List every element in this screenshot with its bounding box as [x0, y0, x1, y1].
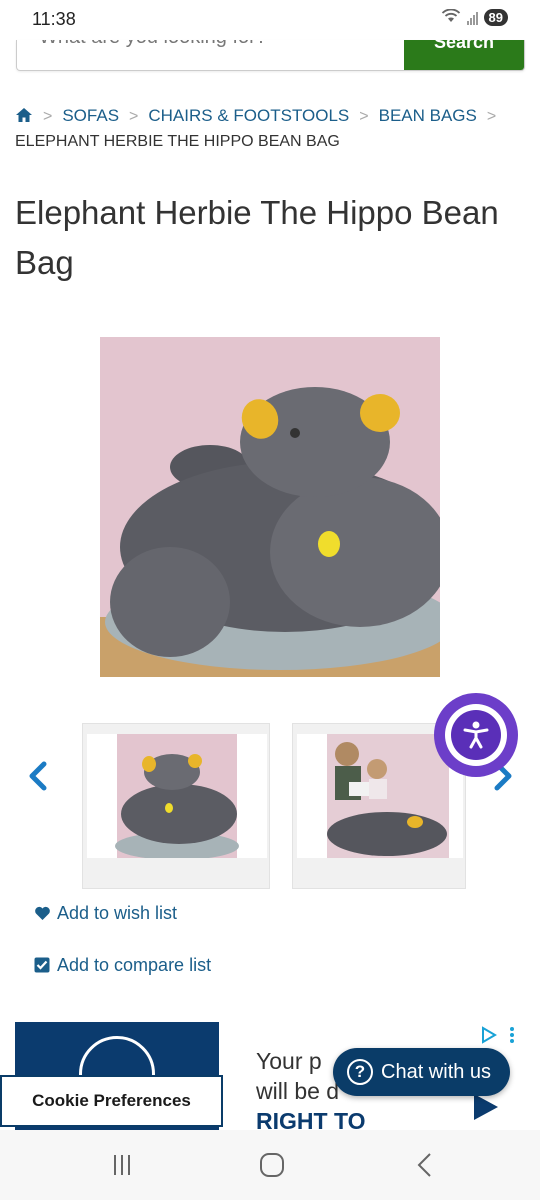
ad-choices-icon[interactable]	[480, 1025, 520, 1045]
status-bar: 11:38 89	[0, 0, 540, 40]
home-button-icon[interactable]	[257, 1150, 287, 1180]
breadcrumb-bean-bags[interactable]: BEAN BAGS	[379, 106, 477, 125]
add-to-wishlist-link[interactable]: Add to wish list	[34, 903, 177, 924]
chevron-right-icon: >	[43, 108, 53, 125]
product-main-image[interactable]	[100, 337, 440, 677]
thumbnail-1[interactable]	[82, 723, 270, 889]
add-to-compare-link[interactable]: Add to compare list	[34, 955, 211, 976]
breadcrumb-sofas[interactable]: SOFAS	[62, 106, 119, 125]
wishlist-label: Add to wish list	[57, 903, 178, 923]
breadcrumb: > SOFAS > CHAIRS & FOOTSTOOLS > BEAN BAGS > EL…	[15, 100, 525, 153]
chevron-right-icon: >	[359, 108, 369, 125]
battery-indicator: 89	[483, 9, 508, 26]
cookie-preferences-button[interactable]: Cookie Preferences	[0, 1075, 223, 1127]
recent-apps-icon[interactable]	[107, 1150, 137, 1180]
chevron-right-icon: >	[129, 108, 139, 125]
page-title: Elephant Herbie The Hippo Bean Bag	[15, 194, 499, 281]
ad-play-icon[interactable]	[470, 1092, 500, 1122]
chat-label: Chat with us	[381, 1060, 492, 1083]
chat-button[interactable]: ? Chat with us	[333, 1048, 510, 1096]
status-time: 11:38	[32, 9, 76, 29]
breadcrumb-chairs-footstools[interactable]: CHAIRS & FOOTSTOOLS	[148, 106, 349, 125]
chevron-right-icon: >	[486, 108, 497, 125]
question-icon: ?	[347, 1059, 373, 1085]
search-bar: What are you looking for? Search	[16, 40, 525, 71]
accessibility-button[interactable]	[434, 693, 518, 777]
breadcrumb-current: ELEPHANT HERBIE THE HIPPO BEAN BAG	[15, 133, 340, 150]
wifi-icon	[441, 8, 461, 26]
signal-icon	[466, 11, 478, 25]
system-nav-bar	[0, 1130, 540, 1200]
carousel-prev-arrow[interactable]	[24, 758, 54, 794]
heart-icon	[34, 905, 51, 922]
search-button[interactable]: Search	[404, 40, 524, 70]
checkbox-icon	[34, 957, 51, 974]
status-icons: 89	[441, 8, 508, 26]
search-input[interactable]: What are you looking for?	[39, 40, 267, 49]
compare-label: Add to compare list	[57, 955, 212, 975]
home-icon[interactable]	[15, 102, 33, 122]
accessibility-icon	[451, 710, 501, 760]
back-icon[interactable]	[410, 1150, 440, 1180]
